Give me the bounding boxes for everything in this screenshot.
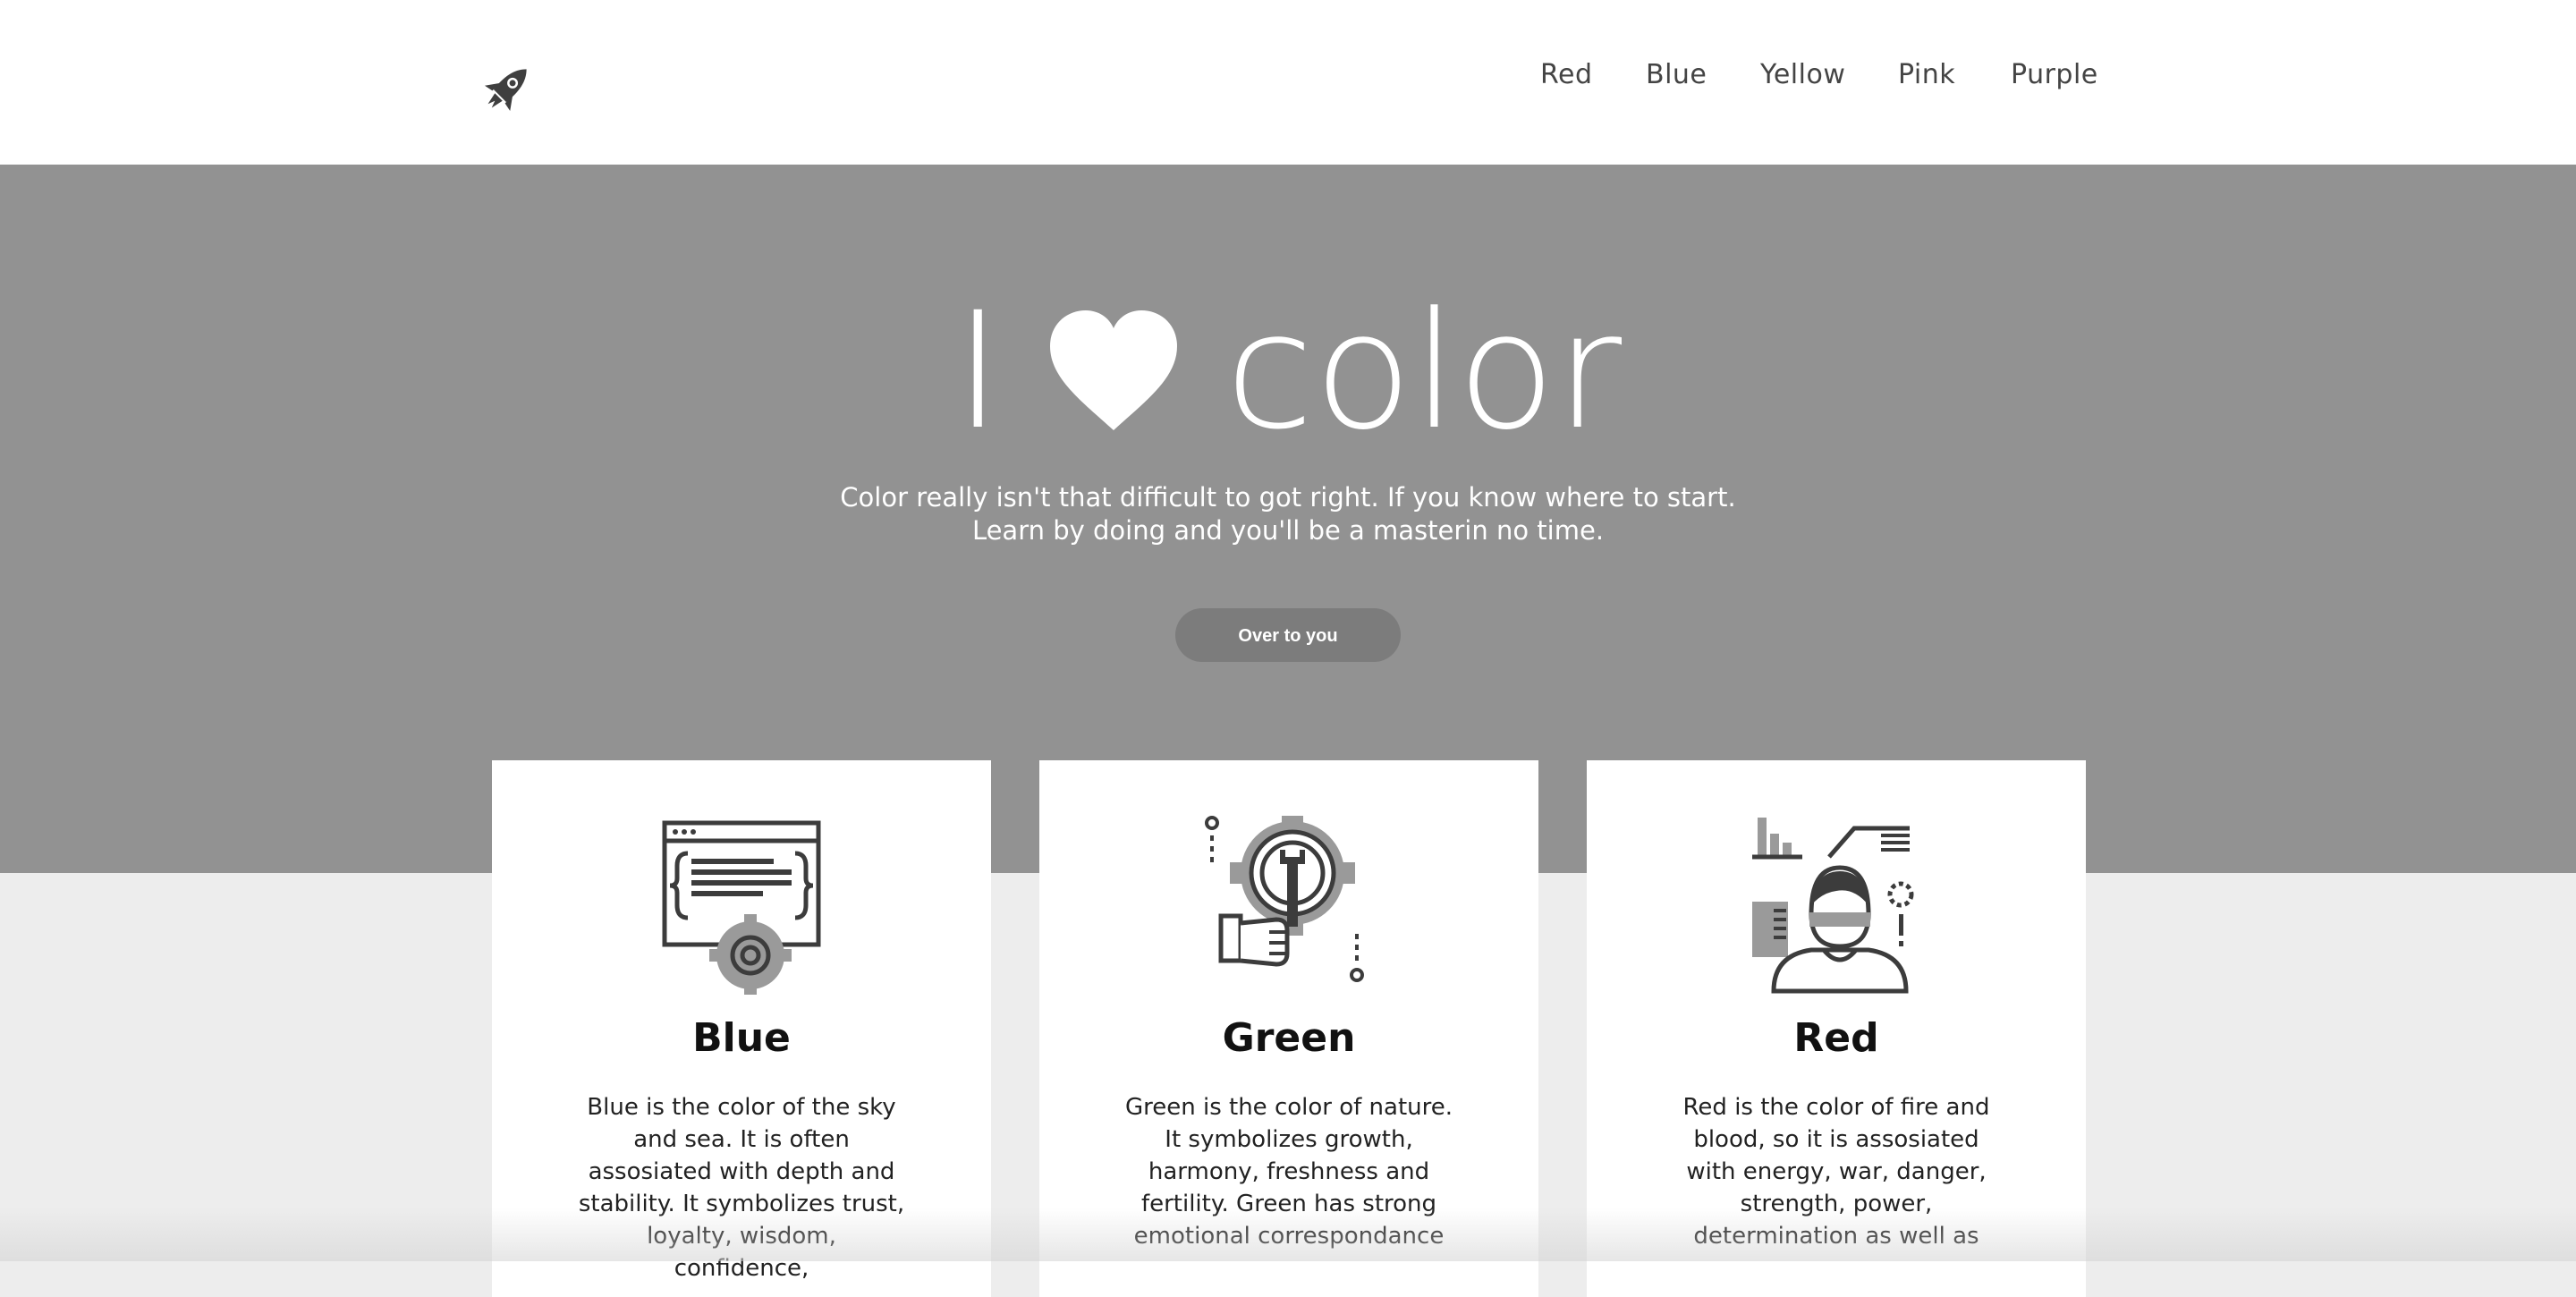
over-to-you-button[interactable]: Over to you [1175, 608, 1401, 662]
card-text-line: It symbolizes growth, [1165, 1126, 1413, 1153]
hero-title-left: I [953, 277, 1002, 465]
hero-subtitle-line: Color really isn't that difficult to got… [840, 482, 1736, 513]
hero-subtitle: Color really isn't that difficult to got… [0, 481, 2576, 547]
card-text-line: determination as well as [1693, 1223, 1979, 1250]
rocket-icon[interactable] [474, 57, 538, 122]
nav-link-blue[interactable]: Blue [1646, 59, 1707, 90]
card-text-line: loyalty, wisdom, confidence, [647, 1223, 836, 1282]
card-text-line: fertility. Green has strong [1140, 1191, 1437, 1217]
analyst-icon [1747, 816, 1926, 995]
card-text-line: Blue is the color of the sky [587, 1094, 896, 1121]
card-text: Red is the color of fire and blood, so i… [1672, 1091, 2001, 1252]
card-title: Red [1793, 1015, 1879, 1061]
card-blue: Blue Blue is the color of the sky and se… [492, 760, 991, 1297]
nav-link-pink[interactable]: Pink [1898, 59, 1955, 90]
site-header: Red Blue Yellow Pink Purple [0, 0, 2576, 165]
gear-wrench-icon [1199, 810, 1378, 995]
card-text-line: stability. It symbolizes trust, [578, 1191, 905, 1217]
card-text-line: Red is the color of fire and [1682, 1094, 1990, 1121]
card-text-line: strength, power, [1740, 1191, 1933, 1217]
card-text-line: harmony, freshness and [1148, 1158, 1430, 1185]
nav-link-purple[interactable]: Purple [2011, 59, 2098, 90]
card-text-line: with energy, war, danger, [1686, 1158, 1987, 1185]
card-red: Red Red is the color of fire and blood, … [1587, 760, 2086, 1297]
card-text-line: emotional correspondance [1133, 1223, 1445, 1250]
hero-title-right: color [1224, 277, 1623, 465]
card-text-line: assosiated with depth and [588, 1158, 895, 1185]
nav-link-red[interactable]: Red [1540, 59, 1593, 90]
code-settings-icon [652, 816, 831, 996]
card-text-line: Green is the color of nature. [1124, 1094, 1453, 1121]
card-text: Green is the color of nature. It symboli… [1124, 1091, 1453, 1252]
card-title: Blue [692, 1015, 791, 1061]
card-green: Green Green is the color of nature. It s… [1039, 760, 1538, 1297]
hero-title: Icolor [0, 281, 2576, 452]
card-text: Blue is the color of the sky and sea. It… [577, 1091, 906, 1284]
card-title: Green [1222, 1015, 1356, 1061]
card-text-line: and sea. It is often [633, 1126, 850, 1153]
card-text-line: blood, so it is assosiated [1693, 1126, 1979, 1153]
hero-subtitle-line: Learn by doing and you'll be a masterin … [971, 515, 1605, 546]
heart-icon [1046, 299, 1181, 430]
nav-link-yellow[interactable]: Yellow [1760, 59, 1845, 90]
